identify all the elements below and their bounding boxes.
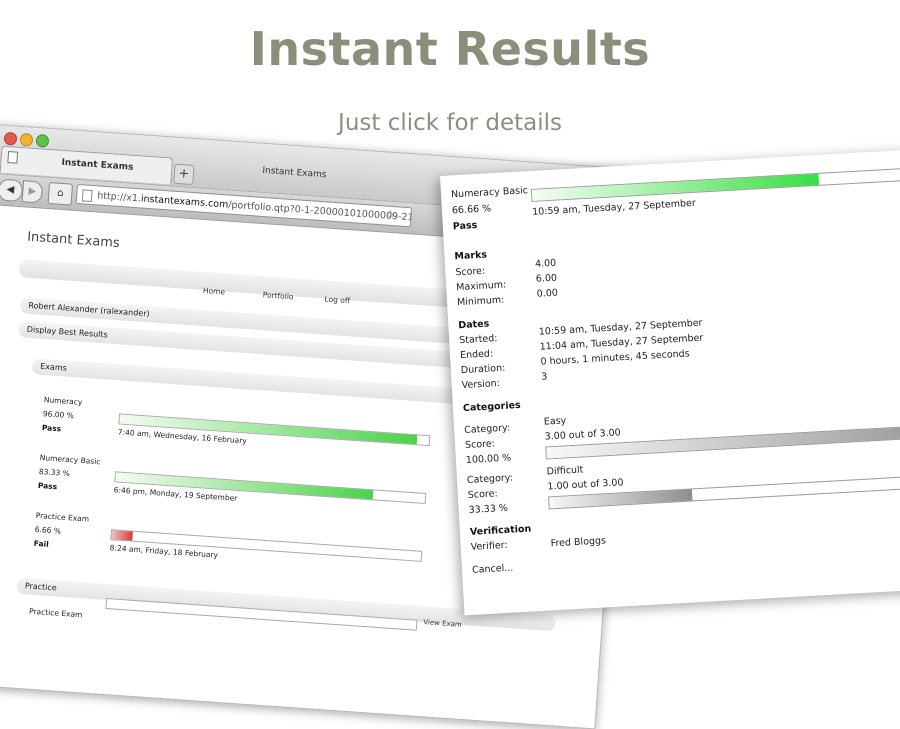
subheadline: Just click for details	[338, 110, 562, 136]
detail-score-bar	[530, 164, 900, 202]
minimum-value: 0.00	[536, 287, 559, 300]
exam-name[interactable]: Numeracy	[44, 395, 83, 407]
close-window-icon[interactable]	[3, 131, 18, 146]
url-path: /portfolio.qtp?0-1-20000101000009-210001…	[227, 199, 413, 227]
exam-score-fill	[119, 414, 417, 445]
tab-label: Instant Exams	[61, 157, 134, 173]
exam-percent: 83.33 %	[38, 466, 71, 479]
url-prefix: http://x1.	[96, 190, 142, 205]
document-icon	[7, 151, 19, 164]
practice-exam-name[interactable]: Practice Exam	[29, 607, 83, 620]
ended-label: Ended:	[459, 348, 494, 362]
category-label: Category:	[466, 472, 514, 486]
duration-label: Duration:	[460, 362, 506, 377]
verification-header: Verification	[469, 523, 532, 538]
marks-header: Marks	[454, 249, 488, 263]
categories-header: Categories	[462, 399, 521, 415]
category-percent: 100.00 %	[465, 452, 512, 466]
home-button[interactable]: ⌂	[47, 181, 74, 206]
category-score-value: 1.00 out of 3.00	[547, 477, 624, 493]
exam-score-fill	[111, 530, 133, 541]
category-value: Difficult	[546, 464, 584, 478]
back-button[interactable]: ◀	[0, 178, 24, 203]
exam-detail-panel: Numeracy Basic 66.66 % Pass 10:59 am, Tu…	[440, 146, 900, 616]
exam-result: Pass	[37, 480, 58, 492]
view-exam-link[interactable]: View Exam	[423, 618, 462, 629]
detail-percent: 66.66 %	[451, 203, 492, 217]
maximum-label: Maximum:	[455, 279, 507, 294]
cancel-link[interactable]: Cancel...	[472, 563, 514, 576]
url-domain: instantexams.com	[140, 193, 229, 211]
site-title: Instant Exams	[26, 229, 121, 252]
headline: Instant Results	[249, 22, 651, 76]
version-label: Version:	[461, 377, 501, 392]
category-score-label: Score:	[467, 488, 498, 501]
category-label: Category:	[463, 422, 511, 437]
verifier-value: Fred Bloggs	[550, 535, 607, 550]
started-label: Started:	[458, 333, 498, 347]
zoom-window-icon[interactable]	[35, 133, 50, 148]
detail-result: Pass	[452, 220, 478, 233]
score-label: Score:	[455, 265, 486, 279]
score-value: 4.00	[534, 257, 557, 270]
category-score-fill	[549, 489, 693, 509]
category-value: Easy	[543, 415, 567, 428]
exam-percent: 6.66 %	[34, 524, 62, 536]
forward-button[interactable]: ▶	[21, 180, 44, 204]
detail-score-fill	[531, 173, 819, 201]
detail-date: 10:59 am, Tuesday, 27 September	[531, 197, 697, 218]
minimize-window-icon[interactable]	[19, 132, 34, 147]
verifier-label: Verifier:	[470, 539, 508, 553]
maximum-value: 6.00	[535, 272, 558, 285]
exam-percent: 96.00 %	[42, 409, 75, 421]
nav-home-link[interactable]: Home	[203, 286, 226, 297]
page-icon	[81, 189, 93, 203]
nav-portfolio-link[interactable]: Portfolio	[262, 290, 293, 301]
category-score-value: 3.00 out of 3.00	[544, 427, 622, 443]
category-percent: 33.33 %	[468, 502, 509, 516]
detail-exam-name: Numeracy Basic	[450, 185, 529, 201]
exam-name[interactable]: Practice Exam	[35, 511, 89, 524]
exam-name[interactable]: Numeracy Basic	[40, 453, 101, 466]
nav-logoff-link[interactable]: Log off	[324, 294, 350, 305]
exam-result: Fail	[33, 538, 50, 549]
category-score-label: Score:	[464, 438, 496, 452]
dates-header: Dates	[458, 318, 490, 332]
bookmark-star-icon[interactable]: ☆	[385, 208, 396, 222]
minimum-label: Minimum:	[456, 294, 505, 309]
version-value: 3	[541, 371, 548, 383]
window-title: Instant Exams	[262, 165, 327, 181]
new-tab-button[interactable]: +	[173, 163, 195, 186]
exam-result: Pass	[41, 423, 62, 434]
